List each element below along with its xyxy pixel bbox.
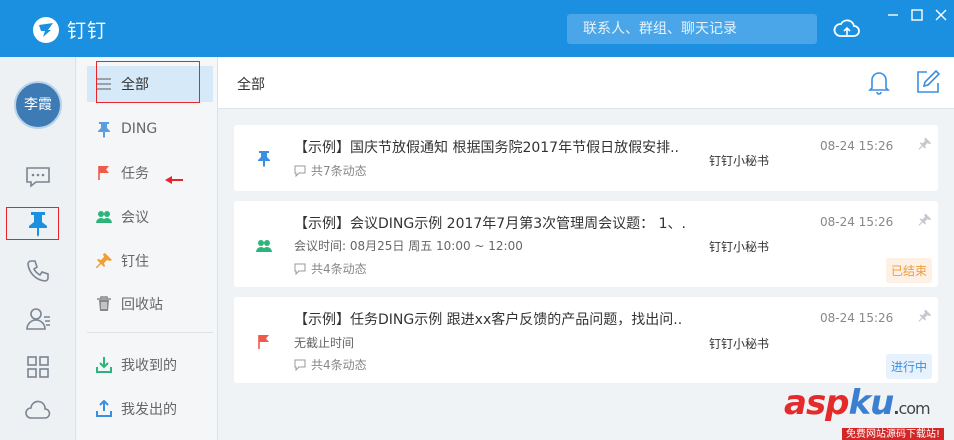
menu-item-meeting[interactable]: 会议 (87, 199, 213, 235)
pin-icon (255, 149, 273, 167)
maximize-button[interactable] (908, 6, 926, 24)
watermark: aspku.com 免费网站源码下载站! (784, 383, 950, 440)
card-sender: 钉钉小秘书 (709, 337, 770, 351)
status-badge: 已结束 (886, 258, 933, 283)
app-logo: 钉钉 (33, 16, 107, 43)
ding-card[interactable]: 【示例】任务DING示例 跟进xx客户反馈的产品问题，找出问.. 无截止时间 共… (234, 297, 938, 383)
bell-icon[interactable] (866, 69, 892, 95)
menu-item-label: 回收站 (121, 297, 163, 313)
activity-count: 共7条动态 (311, 164, 367, 178)
chat-icon[interactable] (24, 163, 52, 191)
menu-item-label: DING (121, 121, 158, 137)
card-title: 【示例】会议DING示例 2017年7月第3次管理周会议题： 1、. (294, 216, 686, 232)
search-input[interactable]: 联系人、群组、聊天记录 (567, 14, 817, 44)
phone-icon[interactable] (24, 257, 52, 285)
page-title: 全部 (237, 77, 265, 93)
avatar[interactable]: 李霞 (14, 81, 62, 129)
menu-item-label: 我收到的 (121, 358, 177, 374)
annotation-box-ding (6, 207, 59, 240)
pin-toggle-icon[interactable] (918, 213, 932, 227)
menu-item-label: 我发出的 (121, 402, 177, 418)
pin-icon (95, 120, 113, 138)
nav-rail: 李霞 (0, 57, 76, 440)
menu-item-label: 钉住 (121, 254, 149, 270)
minimize-button[interactable] (884, 6, 902, 24)
menu-item-task[interactable]: 任务 (87, 155, 213, 191)
activity-count: 共4条动态 (311, 262, 367, 276)
watermark-logo: aspku.com (784, 383, 931, 423)
card-time: 08-24 15:26 (820, 311, 894, 325)
trash-icon (95, 295, 113, 313)
ding-category-menu: 全部 DING 任务 会议 钉住 回收站 我收到的 我发出的 (77, 57, 218, 440)
menu-item-received[interactable]: 我收到的 (87, 347, 213, 383)
pin-toggle-icon[interactable] (918, 137, 932, 151)
download-icon (95, 356, 113, 374)
card-title: 【示例】国庆节放假通知 根据国务院2017年节假日放假安排.. (294, 140, 679, 156)
cloud-drive-icon[interactable] (24, 397, 52, 425)
close-button[interactable] (932, 6, 950, 24)
title-bar: 钉钉 联系人、群组、聊天记录 (0, 0, 954, 57)
ding-card[interactable]: 【示例】会议DING示例 2017年7月第3次管理周会议题： 1、. 会议时间:… (234, 201, 938, 287)
card-deadline: 无截止时间 (294, 336, 355, 350)
contacts-icon[interactable] (24, 305, 52, 333)
menu-item-label: 任务 (121, 166, 149, 182)
card-activity: 共4条动态 (294, 260, 367, 277)
pushpin-icon (95, 252, 113, 270)
annotation-box-all (96, 61, 200, 103)
upload-icon (95, 399, 113, 418)
pin-toggle-icon[interactable] (918, 309, 932, 323)
card-title: 【示例】任务DING示例 跟进xx客户反馈的产品问题，找出问.. (294, 312, 683, 328)
people-icon (255, 237, 273, 255)
cloud-upload-icon[interactable] (832, 14, 862, 44)
card-sender: 钉钉小秘书 (709, 154, 770, 168)
menu-item-label: 会议 (121, 210, 149, 226)
menu-item-trash[interactable]: 回收站 (87, 286, 213, 322)
card-sender: 钉钉小秘书 (709, 240, 770, 254)
people-icon (95, 208, 113, 226)
watermark-tagline: 免费网站源码下载站! (842, 428, 945, 440)
card-activity: 共4条动态 (294, 356, 367, 373)
menu-item-ding[interactable]: DING (87, 111, 213, 147)
ding-card[interactable]: 【示例】国庆节放假通知 根据国务院2017年节假日放假安排.. 共7条动态 钉钉… (234, 125, 938, 191)
menu-divider (87, 332, 213, 333)
compose-icon[interactable] (915, 69, 941, 95)
activity-count: 共4条动态 (311, 358, 367, 372)
flag-icon (255, 333, 273, 351)
apps-grid-icon[interactable] (24, 353, 52, 381)
menu-item-sent[interactable]: 我发出的 (87, 391, 213, 427)
comment-icon (294, 165, 306, 177)
card-time: 08-24 15:26 (820, 215, 894, 229)
menu-item-pinned[interactable]: 钉住 (87, 243, 213, 279)
annotation-arrow-icon (165, 176, 183, 184)
flag-icon (95, 164, 113, 182)
dingtalk-logo-icon (33, 16, 59, 43)
card-meeting-time: 会议时间: 08月25日 周五 10:00 ~ 12:00 (294, 239, 523, 253)
card-time: 08-24 15:26 (820, 139, 894, 153)
status-badge: 进行中 (886, 354, 933, 379)
app-name: 钉钉 (67, 20, 108, 42)
card-activity: 共7条动态 (294, 162, 367, 179)
main-header: 全部 (218, 57, 954, 109)
comment-icon (294, 263, 306, 275)
comment-icon (294, 359, 306, 371)
